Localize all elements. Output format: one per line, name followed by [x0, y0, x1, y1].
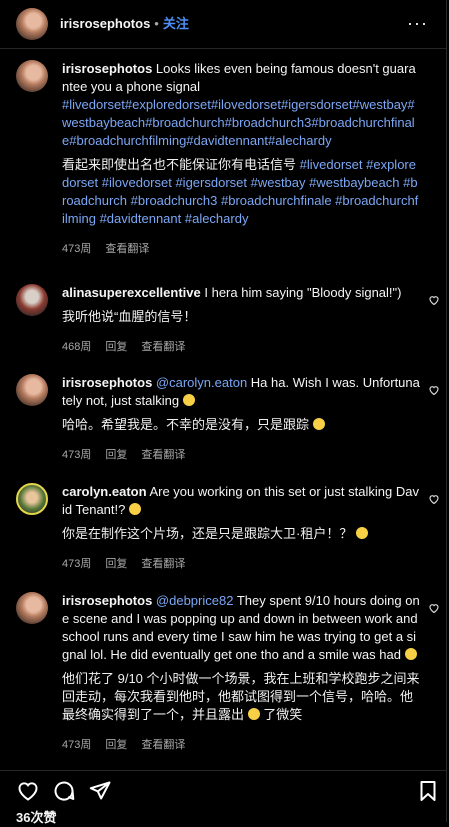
caption-hashtags[interactable]: #livedorset#exploredorset#ilovedorset#ig…: [62, 97, 415, 148]
caption-translation-text: 看起来即使出名也不能保证你有电话信号: [62, 157, 297, 172]
reply-button[interactable]: 回复: [105, 555, 127, 573]
avatar[interactable]: [16, 592, 48, 624]
caption-meta: 473周 查看翻译: [62, 240, 420, 258]
see-translation-button[interactable]: 查看翻译: [141, 555, 185, 573]
comment-translation: 我听他说“血腥的信号！: [62, 309, 197, 324]
timestamp[interactable]: 473周: [62, 240, 91, 258]
avatar[interactable]: [16, 284, 48, 316]
caption-body: irisrosephotos Looks likes even being fa…: [62, 60, 420, 258]
timestamp[interactable]: 473周: [62, 446, 91, 464]
comment-translation-text: 哈哈。希望我是。不幸的是没有，只是跟踪: [62, 417, 310, 432]
comment-translation-text: 你是在制作这个片场，还是只是跟踪大卫·租户！？: [62, 526, 353, 541]
caption-translation: 看起来即使出名也不能保证你有电话信号 #livedorset #explored…: [62, 156, 420, 228]
comment-translation: 你是在制作这个片场，还是只是跟踪大卫·租户！？: [62, 525, 420, 543]
post-action-bar: [0, 770, 446, 811]
grinning-emoji-icon: [247, 708, 260, 720]
like-heart-icon[interactable]: [428, 602, 440, 614]
see-translation-button[interactable]: 查看翻译: [141, 736, 185, 754]
share-send-icon[interactable]: [88, 779, 112, 803]
mention-link[interactable]: @carolyn.eaton: [156, 375, 247, 390]
comment-translation-tail: 了微笑: [263, 707, 303, 722]
comment-bubble-icon[interactable]: [52, 779, 76, 803]
grinning-emoji-icon: [182, 394, 195, 406]
comment-body: irisrosephotos @debprice82 They spent 9/…: [62, 592, 420, 754]
like-heart-icon[interactable]: [428, 493, 440, 505]
like-count[interactable]: 36次赞: [16, 809, 56, 827]
comment-body: irisrosephotos @carolyn.eaton Ha ha. Wis…: [62, 374, 420, 464]
comment-translation: 他们花了 9/10 个小时做一个场景，我在上班和学校跑步之间来回走动，每次我看到…: [62, 670, 420, 724]
avatar[interactable]: [16, 483, 48, 515]
grinning-squint-emoji-icon: [355, 527, 368, 539]
comment-meta: 473周 回复 查看翻译: [62, 736, 420, 754]
comment-username[interactable]: irisrosephotos: [62, 593, 152, 608]
timestamp[interactable]: 468周: [62, 338, 91, 356]
reply-button[interactable]: 回复: [105, 338, 127, 356]
avatar[interactable]: [16, 374, 48, 406]
like-heart-icon[interactable]: [428, 294, 440, 306]
comment-meta: 468周 回复 查看翻译: [62, 338, 420, 356]
comments-panel: irisrosephotos • 关注 ··· irisrosephotos L…: [0, 0, 447, 825]
grinning-emoji-icon: [312, 418, 325, 430]
grinning-emoji-icon: [404, 648, 417, 660]
see-translation-button[interactable]: 查看翻译: [105, 240, 149, 258]
comment-text: I hera him saying "Bloody signal!"): [204, 285, 402, 300]
comment-body: alinasuperexcellentive I hera him saying…: [62, 284, 420, 356]
grinning-squint-emoji-icon: [129, 503, 141, 515]
comment-username[interactable]: alinasuperexcellentive: [62, 285, 201, 300]
comment-meta: 473周 回复 查看翻译: [62, 446, 420, 464]
comment-translation: 哈哈。希望我是。不幸的是没有，只是跟踪: [62, 416, 420, 434]
mention-link[interactable]: @debprice82: [156, 593, 234, 608]
avatar[interactable]: [16, 60, 48, 92]
reply-button[interactable]: 回复: [105, 446, 127, 464]
avatar[interactable]: [16, 8, 48, 40]
like-heart-icon[interactable]: [428, 384, 440, 396]
header-username[interactable]: irisrosephotos: [60, 15, 150, 33]
timestamp[interactable]: 473周: [62, 736, 91, 754]
like-heart-icon[interactable]: [16, 779, 40, 803]
comment-meta: 473周 回复 查看翻译: [62, 555, 420, 573]
see-translation-button[interactable]: 查看翻译: [141, 338, 185, 356]
follow-button[interactable]: 关注: [163, 15, 189, 33]
timestamp[interactable]: 473周: [62, 555, 91, 573]
reply-button[interactable]: 回复: [105, 736, 127, 754]
post-header: irisrosephotos • 关注 ···: [0, 0, 446, 49]
see-translation-button[interactable]: 查看翻译: [141, 446, 185, 464]
comment-username[interactable]: irisrosephotos: [62, 375, 152, 390]
comment-translation-text: 他们花了 9/10 个小时做一个场景，我在上班和学校跑步之间来回走动，每次我看到…: [62, 671, 420, 722]
comment-username[interactable]: carolyn.eaton: [62, 484, 147, 499]
comment-body: carolyn.eaton Are you working on this se…: [62, 483, 420, 573]
caption-username[interactable]: irisrosephotos: [62, 61, 152, 76]
separator-dot: •: [154, 16, 159, 31]
more-options-icon[interactable]: ···: [407, 14, 428, 32]
bookmark-icon[interactable]: [416, 779, 440, 803]
